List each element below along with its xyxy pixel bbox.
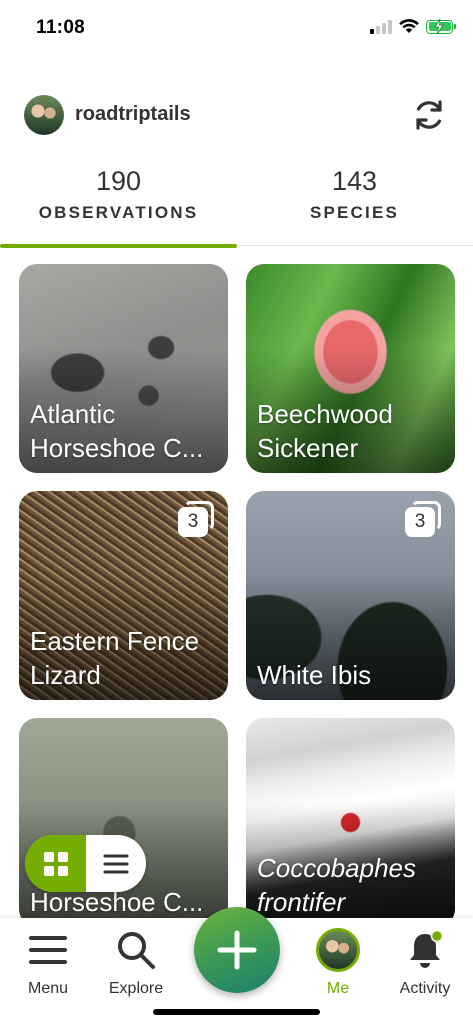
observation-title: Atlantic Horseshoe C... (30, 399, 204, 463)
observation-card[interactable]: 3 Eastern Fence Lizard (19, 491, 228, 700)
status-time: 11:08 (36, 17, 86, 38)
photo-count-badge: 3 (178, 501, 214, 541)
observations-count: 190 (95, 166, 142, 196)
observation-title: Beechwood Sickener (257, 399, 393, 463)
observation-card[interactable]: Coccobaphes frontifer (246, 718, 455, 924)
observation-title: Coccobaphes frontifer (257, 853, 416, 917)
notification-dot-icon (430, 929, 444, 943)
view-toggle (25, 835, 146, 892)
species-label: SPECIES (309, 203, 400, 222)
list-view-button[interactable] (86, 835, 146, 892)
observation-title: Eastern Fence Lizard (30, 626, 200, 690)
observation-card[interactable]: Atlantic Horseshoe C... (19, 264, 228, 473)
status-icons (370, 18, 456, 34)
cellular-signal-icon (370, 19, 392, 34)
avatar[interactable] (24, 95, 64, 135)
observations-label: OBSERVATIONS (38, 203, 199, 222)
add-observation-button[interactable] (194, 907, 280, 993)
tab-explore-label: Explore (108, 980, 164, 997)
tab-menu-label: Menu (27, 980, 69, 997)
refresh-button[interactable] (409, 95, 449, 135)
tab-activity[interactable]: Activity (385, 928, 465, 998)
status-bar: 11:08 (0, 0, 473, 56)
observation-title: White Ibis (257, 660, 372, 690)
observation-card[interactable]: 3 White Ibis (246, 491, 455, 700)
species-count: 143 (331, 166, 378, 196)
tab-explore[interactable]: Explore (96, 928, 176, 998)
search-icon (118, 932, 155, 969)
plus-icon (217, 930, 257, 970)
active-tab-indicator (0, 244, 237, 248)
photo-count-badge: 3 (405, 501, 441, 541)
tab-species[interactable]: 143 SPECIES (236, 160, 473, 246)
photo-count: 3 (405, 507, 435, 537)
wifi-icon (399, 19, 419, 33)
tab-me[interactable]: Me (298, 928, 378, 998)
observation-grid: Atlantic Horseshoe C... Beechwood Sicken… (19, 264, 455, 924)
tab-observations[interactable]: 190 OBSERVATIONS (0, 160, 237, 248)
grid-icon (43, 851, 68, 876)
bell-icon (410, 929, 444, 968)
home-indicator (153, 1009, 320, 1015)
user-header: roadtriptails (24, 93, 449, 137)
me-avatar (316, 928, 360, 972)
refresh-icon (416, 100, 442, 130)
tab-activity-label: Activity (399, 980, 451, 997)
battery-charging-icon (426, 18, 456, 34)
username: roadtriptails (75, 103, 191, 125)
grid-view-button[interactable] (25, 835, 86, 892)
photo-count: 3 (178, 507, 208, 537)
observation-card[interactable]: Horseshoe C... (19, 718, 228, 924)
tab-me-label: Me (326, 980, 350, 997)
list-icon (103, 854, 129, 873)
tab-menu[interactable]: Menu (8, 928, 88, 998)
stats-tabs: 190 OBSERVATIONS 143 SPECIES (0, 160, 473, 248)
menu-icon (29, 936, 67, 964)
observation-card[interactable]: Beechwood Sickener (246, 264, 455, 473)
